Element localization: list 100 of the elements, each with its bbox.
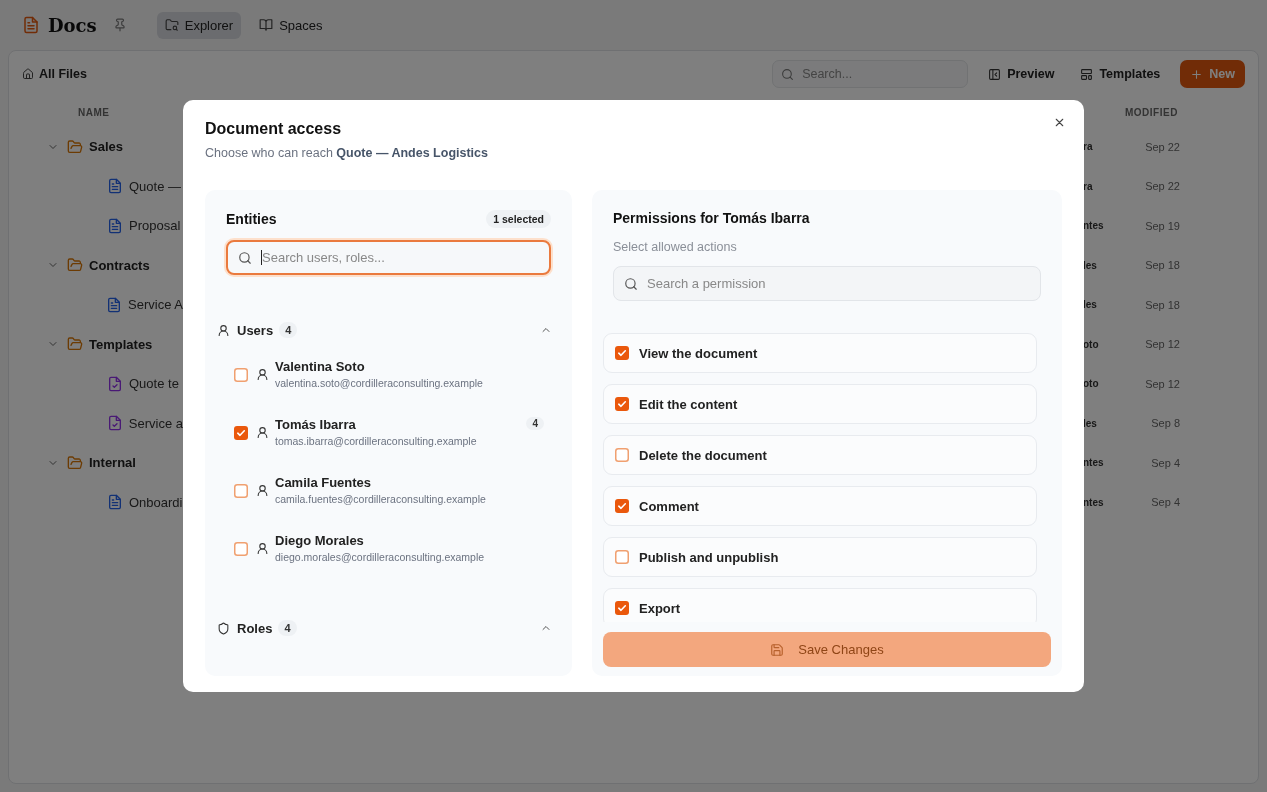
user-name: Valentina Soto	[275, 359, 366, 374]
modified-date: Sep 12	[1144, 338, 1180, 351]
app-title: Docs	[48, 14, 97, 36]
panel-title: Permissions for Tomás Ibarra	[613, 210, 810, 226]
permission-row[interactable]: Comment	[603, 486, 1037, 526]
count-badge: 4	[278, 620, 297, 636]
user-name: Camila Fuentes	[275, 475, 373, 490]
user-icon	[256, 484, 269, 497]
checkbox[interactable]	[234, 484, 248, 498]
user-icon	[256, 542, 269, 555]
save-icon	[770, 642, 785, 657]
templates-button[interactable]: Templates	[1074, 61, 1167, 87]
panel-subtitle: Select allowed actions	[613, 240, 738, 254]
permission-row[interactable]: Export	[603, 588, 1037, 622]
file-name[interactable]: Onboardi	[129, 494, 183, 510]
checkbox[interactable]	[615, 550, 629, 564]
modified-date: Sep 8	[1150, 417, 1180, 430]
modified-date: Sep 12	[1144, 377, 1180, 390]
checkbox[interactable]	[615, 346, 629, 360]
section-label: Users	[237, 322, 274, 338]
checkbox[interactable]	[234, 368, 248, 382]
user-email: tomas.ibarra@cordilleraconsulting.example	[275, 435, 477, 447]
document-icon	[22, 16, 40, 34]
file-name[interactable]: Sales	[89, 139, 123, 155]
user-icon	[217, 323, 230, 337]
file-name[interactable]: Contracts	[89, 257, 150, 273]
user-email: valentina.soto@cordilleraconsulting.example	[275, 377, 483, 389]
dialog-subtitle: Choose who can reach Quote — Andes Logistics	[205, 146, 489, 160]
search-field[interactable]: Search users, roles...	[226, 240, 551, 275]
modified-date: Sep 18	[1144, 298, 1180, 311]
user-email: camila.fuentes@cordilleraconsulting.example	[275, 493, 486, 505]
dialog-title: Document access	[205, 120, 343, 138]
layout-icon	[1080, 67, 1094, 81]
checkbox[interactable]	[234, 426, 248, 440]
search-field[interactable]: Search a permission	[613, 266, 1041, 301]
file-name[interactable]: Service A	[128, 297, 183, 313]
owner-name: les	[1083, 259, 1098, 271]
home-icon	[22, 68, 34, 80]
permission-row[interactable]: Edit the content	[603, 384, 1037, 424]
owner-name: oto	[1083, 338, 1100, 350]
modified-date: Sep 22	[1144, 180, 1180, 193]
user-name: Tomás Ibarra	[275, 417, 357, 432]
owner-name: les	[1083, 417, 1098, 429]
search-icon	[781, 67, 795, 81]
file-name[interactable]: Proposal	[129, 218, 181, 234]
checkbox[interactable]	[615, 499, 629, 513]
file-name[interactable]: Quote te	[129, 376, 179, 392]
pin-icon	[112, 18, 127, 32]
permission-row[interactable]: View the document	[603, 333, 1037, 373]
nav-tab[interactable]: Explorer	[156, 11, 242, 39]
count-badge: 4	[279, 322, 298, 338]
folder-icon	[67, 336, 83, 353]
owner-name: ntes	[1083, 496, 1105, 508]
permission-row[interactable]: Publish and unpublish	[603, 537, 1037, 577]
file-name[interactable]: Quote —	[129, 178, 182, 194]
search-icon	[238, 250, 252, 265]
document-icon	[106, 296, 123, 313]
preview-button[interactable]: Preview	[982, 61, 1061, 87]
nav-tab[interactable]: Spaces	[251, 11, 331, 39]
column-header: NAME	[77, 106, 111, 118]
shield-icon	[217, 621, 230, 635]
modified-date: Sep 4	[1150, 456, 1180, 469]
file-name[interactable]: Service a	[128, 415, 183, 431]
document-icon	[107, 178, 123, 195]
owner-name: oto	[1083, 378, 1100, 390]
plus-icon	[1190, 67, 1204, 81]
folder-icon	[67, 257, 83, 274]
close-icon	[1053, 116, 1066, 129]
modified-date: Sep 4	[1150, 496, 1180, 509]
document-check-icon	[107, 375, 123, 392]
owner-name: les	[1083, 299, 1098, 311]
checkbox[interactable]	[615, 601, 629, 615]
panel-icon	[988, 67, 1002, 81]
breadcrumb[interactable]: All Files	[22, 67, 87, 81]
document-icon	[107, 494, 123, 511]
checkbox[interactable]	[234, 542, 248, 556]
search-icon	[624, 276, 638, 291]
modified-date: Sep 18	[1144, 259, 1180, 272]
document-icon	[107, 217, 123, 234]
folder-icon	[67, 454, 83, 471]
column-header: MODIFIED	[1125, 106, 1179, 118]
user-name: Diego Morales	[275, 533, 365, 548]
file-name[interactable]: Templates	[89, 336, 153, 352]
book-icon	[259, 18, 274, 32]
checkbox[interactable]	[615, 397, 629, 411]
search-field[interactable]: Search...	[772, 60, 969, 88]
owner-name: ra	[1083, 141, 1094, 153]
count-badge: 4	[526, 417, 544, 430]
section-label: Roles	[237, 620, 273, 636]
new-button[interactable]: New	[1180, 60, 1245, 88]
user-email: diego.morales@cordilleraconsulting.example	[275, 551, 485, 563]
owner-name: ntes	[1083, 220, 1105, 232]
checkbox[interactable]	[615, 448, 629, 462]
folder-icon	[67, 138, 83, 155]
folder-search-icon	[164, 18, 179, 32]
file-name[interactable]: Internal	[89, 455, 136, 471]
user-icon	[256, 426, 269, 439]
modified-date: Sep 19	[1144, 219, 1180, 232]
permission-row[interactable]: Delete the document	[603, 435, 1037, 475]
panel-title: Entities	[226, 211, 277, 227]
